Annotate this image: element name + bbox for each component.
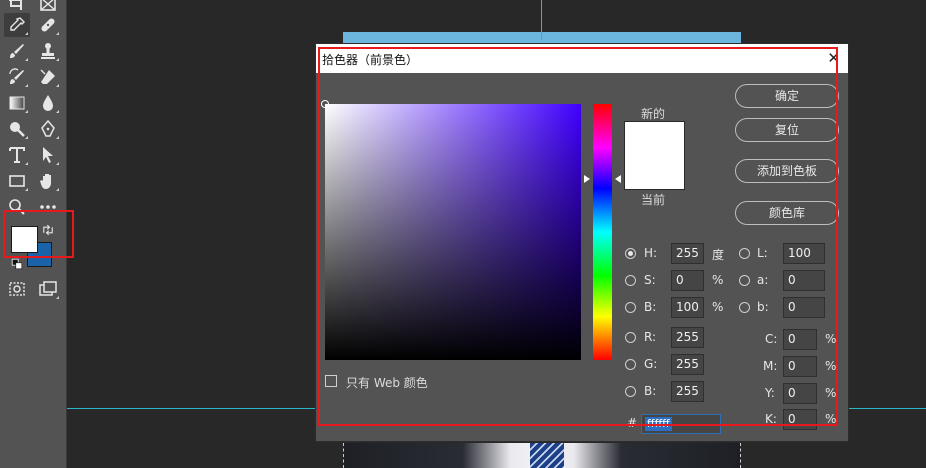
gradient-icon[interactable]	[4, 91, 30, 115]
brush-icon[interactable]	[4, 39, 30, 63]
guide-vertical	[541, 0, 542, 40]
eyedropper-icon[interactable]	[4, 13, 30, 37]
selection-edge-right	[740, 443, 741, 468]
pen-icon[interactable]	[35, 117, 61, 141]
highlight-box-dialog	[318, 47, 838, 426]
eraser-icon[interactable]	[35, 65, 61, 89]
selection-edge-left	[343, 443, 344, 468]
highlight-box-color-swatches	[3, 210, 74, 258]
healing-brush-icon[interactable]	[35, 13, 61, 37]
dodge-icon[interactable]	[4, 117, 30, 141]
clone-stamp-icon[interactable]	[35, 39, 61, 63]
quick-mask-icon[interactable]	[4, 277, 30, 301]
rectangle-icon[interactable]	[4, 169, 30, 193]
type-icon[interactable]	[4, 143, 30, 167]
default-colors-icon[interactable]	[9, 256, 25, 272]
path-select-icon[interactable]	[35, 143, 61, 167]
canvas-image-top-strip	[343, 32, 741, 43]
blur-icon[interactable]	[35, 91, 61, 115]
canvas-photo-tie	[530, 443, 564, 468]
screen-mode-icon[interactable]	[35, 277, 61, 301]
hand-icon[interactable]	[35, 169, 61, 193]
history-brush-icon[interactable]	[4, 65, 30, 89]
